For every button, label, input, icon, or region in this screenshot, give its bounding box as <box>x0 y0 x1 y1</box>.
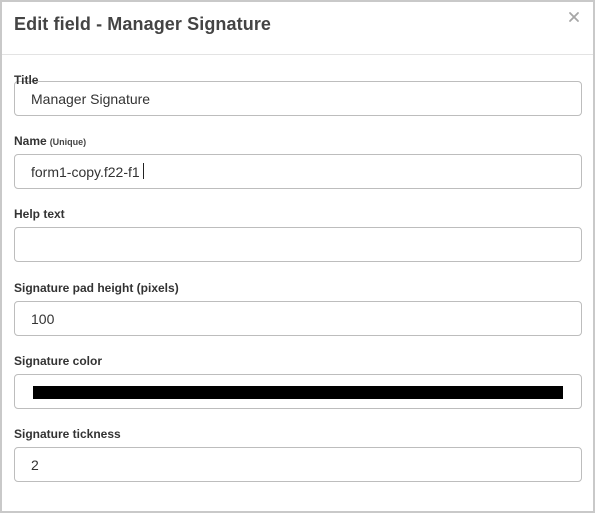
signature-color-picker[interactable] <box>14 374 582 409</box>
color-swatch <box>33 386 563 399</box>
dialog-header: Edit field - Manager Signature <box>2 2 593 55</box>
pad-height-input[interactable] <box>14 301 582 336</box>
signature-thickness-input[interactable] <box>14 447 582 482</box>
dialog-title: Edit field - Manager Signature <box>14 14 272 34</box>
help-text-input[interactable] <box>14 227 582 262</box>
name-label-text: Name <box>14 134 47 148</box>
dialog-body: Title Name(Unique) Help text Signature p… <box>2 55 593 482</box>
signature-color-label: Signature color <box>14 354 103 368</box>
pad-height-label: Signature pad height (pixels) <box>14 281 179 295</box>
help-text-label: Help text <box>14 207 65 221</box>
name-unique-hint: (Unique) <box>49 137 87 147</box>
name-label: Name (Unique) <box>14 134 583 148</box>
title-input[interactable] <box>14 81 582 116</box>
close-icon[interactable] <box>567 10 581 24</box>
edit-field-dialog: Edit field - Manager Signature Title Nam… <box>0 0 595 513</box>
name-input[interactable] <box>14 154 582 189</box>
text-cursor <box>143 163 144 179</box>
signature-thickness-label: Signature tickness <box>14 427 121 441</box>
